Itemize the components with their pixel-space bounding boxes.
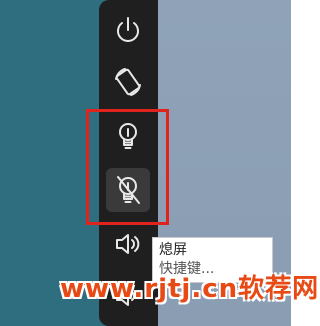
watermark: www.rjtj.cn软荐网 [60,274,320,304]
volume-up-icon [116,234,140,254]
tooltip-title: 熄屏 [159,242,187,258]
power-icon [117,17,139,42]
rotate-screen-icon [115,68,141,96]
volume-up-button[interactable] [106,222,150,266]
rotate-button[interactable] [106,60,150,104]
highlight-box [86,109,169,225]
power-button[interactable] [106,8,150,52]
